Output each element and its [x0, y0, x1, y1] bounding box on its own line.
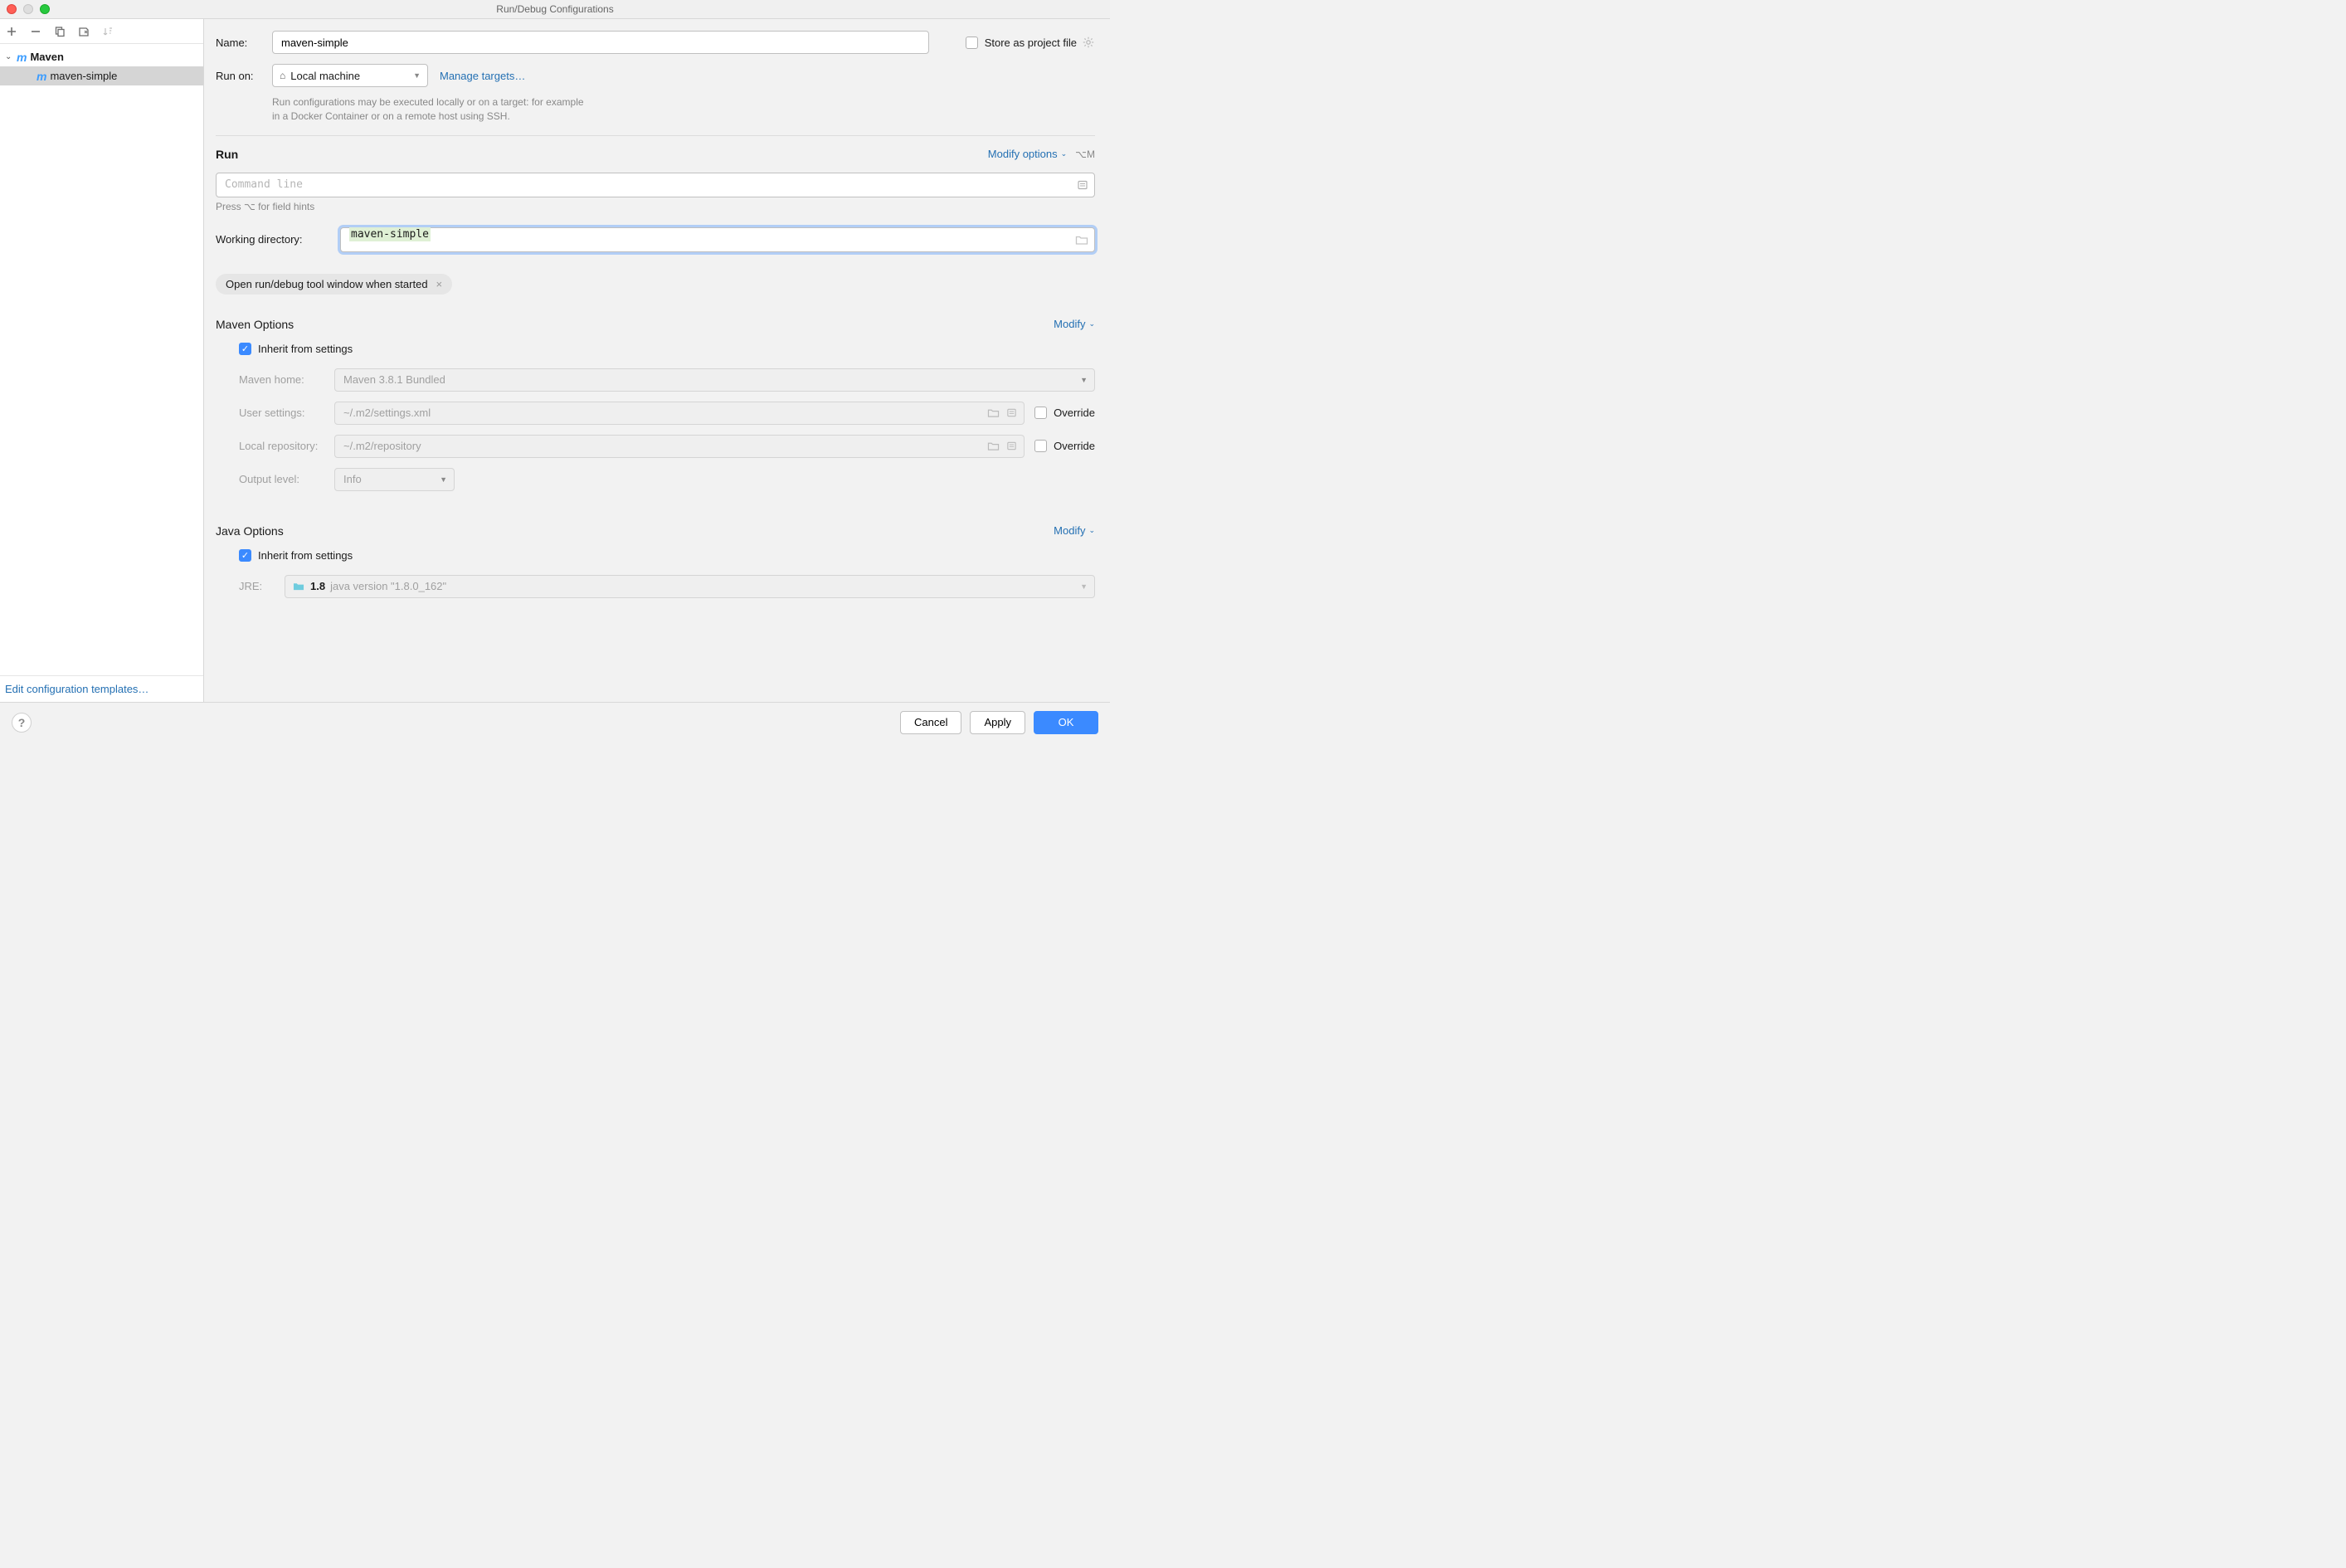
maven-icon: m	[37, 70, 46, 83]
chevron-down-icon: ⌄	[5, 52, 15, 61]
java-section-title: Java Options	[216, 524, 284, 538]
folder-icon	[292, 581, 305, 592]
apply-button[interactable]: Apply	[970, 711, 1025, 734]
run-on-label: Run on:	[216, 70, 272, 82]
folder-icon	[987, 441, 1000, 451]
local-repo-label: Local repository:	[239, 440, 334, 452]
main-panel: Name: Store as project file Run on: ⌂ Lo…	[204, 19, 1110, 702]
maximize-window-icon[interactable]	[40, 4, 50, 14]
user-override-checkbox[interactable]	[1034, 407, 1047, 419]
chevron-down-icon: ▼	[413, 71, 421, 80]
name-input[interactable]	[272, 31, 929, 54]
add-icon[interactable]	[5, 25, 17, 37]
titlebar: Run/Debug Configurations	[0, 0, 1110, 18]
store-checkbox[interactable]	[966, 37, 978, 49]
command-line-input[interactable]	[216, 173, 1095, 197]
copy-icon[interactable]	[53, 25, 66, 37]
java-modify-link[interactable]: Modify ⌄	[1054, 524, 1095, 537]
remove-icon[interactable]	[29, 25, 41, 37]
cmd-hint: Press ⌥ for field hints	[216, 201, 1095, 212]
folder-icon	[987, 407, 1000, 418]
maven-home-select: Maven 3.8.1 Bundled ▼	[334, 368, 1095, 392]
chevron-down-icon: ▼	[1080, 582, 1088, 591]
modify-options-link[interactable]: Modify options ⌄	[988, 148, 1067, 160]
footer: ? Cancel Apply OK	[0, 702, 1110, 742]
chevron-down-icon: ⌄	[1061, 149, 1068, 158]
chevron-down-icon: ⌄	[1088, 319, 1095, 329]
chevron-down-icon: ▼	[440, 475, 447, 484]
local-override-checkbox[interactable]	[1034, 440, 1047, 452]
window-title: Run/Debug Configurations	[496, 3, 613, 15]
config-tree: ⌄ m Maven m maven-simple	[0, 44, 203, 675]
sort-icon[interactable]	[101, 25, 114, 37]
user-settings-label: User settings:	[239, 407, 334, 419]
minimize-window-icon	[23, 4, 33, 14]
tree-item-maven-simple[interactable]: m maven-simple	[0, 66, 203, 85]
user-settings-input: ~/.m2/settings.xml	[334, 402, 1025, 425]
maven-inherit-label: Inherit from settings	[258, 343, 353, 355]
java-inherit-label: Inherit from settings	[258, 549, 353, 562]
chevron-down-icon: ⌄	[1088, 526, 1095, 535]
edit-templates-link[interactable]: Edit configuration templates…	[5, 683, 148, 695]
shortcut-hint: ⌥M	[1075, 149, 1095, 160]
close-icon[interactable]: ×	[436, 278, 443, 290]
expand-icon	[1006, 441, 1017, 451]
folder-icon[interactable]	[1075, 234, 1088, 246]
manage-targets-link[interactable]: Manage targets…	[440, 70, 525, 82]
maven-modify-link[interactable]: Modify ⌄	[1054, 318, 1095, 330]
close-window-icon[interactable]	[7, 4, 17, 14]
run-section-title: Run	[216, 148, 238, 161]
gear-icon[interactable]	[1082, 36, 1095, 49]
maven-home-label: Maven home:	[239, 373, 334, 386]
output-level-label: Output level:	[239, 473, 334, 485]
cancel-button[interactable]: Cancel	[900, 711, 961, 734]
run-on-select[interactable]: ⌂ Local machine ▼	[272, 64, 428, 87]
maven-section-title: Maven Options	[216, 318, 294, 331]
jre-label: JRE:	[239, 580, 285, 592]
local-repo-input: ~/.m2/repository	[334, 435, 1025, 458]
tree-group-maven[interactable]: ⌄ m Maven	[0, 47, 203, 66]
java-inherit-checkbox[interactable]: ✓	[239, 549, 251, 562]
working-dir-label: Working directory:	[216, 233, 340, 246]
save-icon[interactable]	[77, 25, 90, 37]
expand-icon	[1006, 407, 1017, 418]
option-chip[interactable]: Open run/debug tool window when started …	[216, 274, 452, 295]
maven-icon: m	[17, 51, 27, 64]
jre-select: 1.8 java version "1.8.0_162" ▼	[285, 575, 1095, 598]
sidebar: ⌄ m Maven m maven-simple Edit configurat…	[0, 19, 204, 702]
home-icon: ⌂	[280, 70, 285, 81]
maven-inherit-checkbox[interactable]: ✓	[239, 343, 251, 355]
working-dir-input[interactable]: maven-simple	[340, 227, 1095, 252]
expand-icon[interactable]	[1077, 179, 1088, 191]
store-label: Store as project file	[985, 37, 1077, 49]
chevron-down-icon: ▼	[1080, 376, 1088, 384]
sidebar-toolbar	[0, 19, 203, 44]
output-level-select: Info ▼	[334, 468, 455, 491]
name-label: Name:	[216, 37, 272, 49]
ok-button[interactable]: OK	[1034, 711, 1098, 734]
help-button[interactable]: ?	[12, 713, 32, 733]
run-on-hint: Run configurations may be executed local…	[272, 95, 1095, 124]
